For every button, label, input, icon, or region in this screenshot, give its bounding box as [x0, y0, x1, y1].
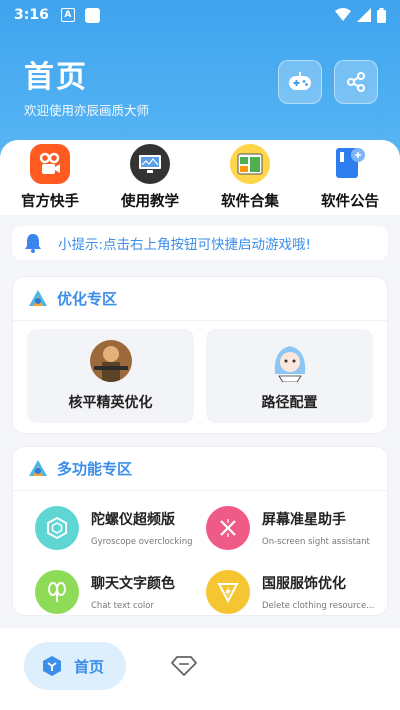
item-title: 陀螺仪超频版 — [91, 512, 175, 528]
quick-links: 官方快手 使用教学 软件合集 软件公告 — [0, 140, 400, 215]
quick-link-kuaishou[interactable]: 官方快手 — [0, 140, 100, 215]
diamond-icon — [171, 656, 197, 676]
page-title: 首页 — [24, 60, 88, 95]
soldier-avatar-icon — [89, 340, 132, 382]
multi-header: 多功能专区 — [13, 447, 387, 491]
bottom-nav: 首页 — [0, 628, 400, 710]
app-collection-icon — [230, 144, 270, 184]
optimize-section: 优化专区 核平精英优化 路径配置 — [12, 276, 388, 434]
gamepad-icon — [289, 72, 311, 90]
tab-home[interactable]: 首页 — [24, 642, 126, 690]
path-config-button[interactable]: 路径配置 — [206, 329, 373, 423]
share-icon — [347, 72, 365, 92]
opt-label: 核平精英优化 — [68, 395, 153, 411]
item-title: 屏幕准星助手 — [262, 512, 346, 528]
crosshair-icon — [206, 506, 250, 550]
optimize-header: 优化专区 — [13, 277, 387, 321]
share-button[interactable] — [334, 60, 378, 104]
wifi-icon — [335, 8, 351, 21]
quick-link-label: 官方快手 — [21, 194, 79, 210]
gyroscope-overclock-item[interactable]: 陀螺仪超频版 Gyroscope overclocking — [35, 501, 206, 555]
hexagon-icon — [35, 506, 79, 550]
home-cube-icon — [43, 656, 61, 676]
section-logo-icon — [29, 289, 47, 306]
opt-label: 路径配置 — [261, 395, 318, 411]
quick-link-tutorial[interactable]: 使用教学 — [100, 140, 200, 215]
item-title: 国服服饰优化 — [262, 576, 346, 592]
status-time: 3:16 — [14, 7, 49, 23]
sprout-icon — [35, 570, 79, 614]
game-launch-button[interactable] — [278, 60, 322, 104]
status-bar: 3:16 A — [0, 0, 400, 30]
battery-icon — [377, 7, 386, 23]
quick-link-label: 软件公告 — [321, 194, 379, 210]
tutorial-monitor-icon — [130, 144, 170, 184]
kuaishou-icon — [30, 144, 70, 184]
announcement-icon — [330, 144, 370, 184]
page-subtitle: 欢迎使用亦辰画质大师 — [24, 103, 150, 118]
section-logo-icon — [29, 459, 47, 476]
crosshair-assistant-item[interactable]: 屏幕准星助手 On-screen sight assistant — [206, 501, 377, 555]
optimize-title: 优化专区 — [57, 290, 118, 308]
tab-vip[interactable] — [170, 654, 198, 682]
tab-home-label: 首页 — [74, 657, 105, 676]
bell-icon — [25, 234, 41, 253]
item-subtitle: Delete clothing resource... — [262, 601, 375, 611]
quick-link-label: 软件合集 — [221, 194, 279, 210]
notification-square-icon — [84, 7, 100, 23]
notification-a-icon: A — [60, 8, 75, 22]
quick-link-announcement[interactable]: 软件公告 — [300, 140, 400, 215]
tip-notice: 小提示:点击右上角按钮可快捷启动游戏哦! — [12, 226, 388, 260]
item-subtitle: Gyroscope overclocking — [91, 537, 193, 547]
multi-title: 多功能专区 — [57, 460, 133, 478]
chat-text-color-item[interactable]: 聊天文字颜色 Chat text color — [35, 565, 206, 619]
clothing-optimize-item[interactable]: 国服服饰优化 Delete clothing resource... — [206, 565, 377, 619]
signal-icon — [357, 8, 371, 22]
tip-text: 小提示:点击右上角按钮可快捷启动游戏哦! — [58, 237, 311, 253]
quick-link-collection[interactable]: 软件合集 — [200, 140, 300, 215]
item-subtitle: Chat text color — [91, 601, 154, 611]
item-subtitle: On-screen sight assistant — [262, 537, 370, 547]
anime-avatar-icon — [269, 340, 311, 382]
multi-function-section: 多功能专区 陀螺仪超频版 Gyroscope overclocking 屏幕准星… — [12, 446, 388, 616]
item-title: 聊天文字颜色 — [91, 576, 175, 592]
lightning-shield-icon — [206, 570, 250, 614]
peace-elite-optimize-button[interactable]: 核平精英优化 — [27, 329, 194, 423]
quick-link-label: 使用教学 — [121, 194, 179, 210]
